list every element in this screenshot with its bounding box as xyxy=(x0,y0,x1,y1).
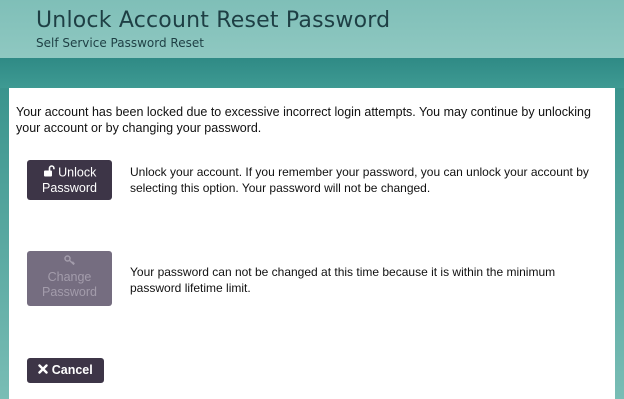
header-band xyxy=(0,58,624,88)
unlock-password-button[interactable]: Unlock Password xyxy=(27,160,112,200)
lockout-notice: Your account has been locked due to exce… xyxy=(16,105,591,135)
page-subtitle: Self Service Password Reset xyxy=(36,36,204,50)
left-border xyxy=(0,88,9,399)
unlock-button-label: Unlock xyxy=(58,165,97,180)
change-description: Your password can not be changed at this… xyxy=(130,265,556,295)
key-icon xyxy=(63,255,76,270)
page-title: Unlock Account Reset Password xyxy=(36,8,391,33)
change-button-label-2: Password xyxy=(42,285,97,300)
close-icon xyxy=(38,363,48,378)
key-icon-wrap xyxy=(27,255,112,270)
change-button-label: Change xyxy=(47,270,92,285)
change-password-button[interactable]: Change Password xyxy=(27,251,112,306)
cancel-button-label: Cancel xyxy=(51,363,93,377)
unlock-description: Unlock your account. If you remember you… xyxy=(130,165,589,195)
right-border xyxy=(615,88,624,399)
page-header: Unlock Account Reset Password Self Servi… xyxy=(0,0,624,58)
unlock-button-label-2: Password xyxy=(42,181,97,195)
unlock-icon xyxy=(43,165,55,181)
unlock-button-line1: Unlock xyxy=(27,165,112,181)
cancel-button[interactable]: Cancel xyxy=(27,358,104,383)
